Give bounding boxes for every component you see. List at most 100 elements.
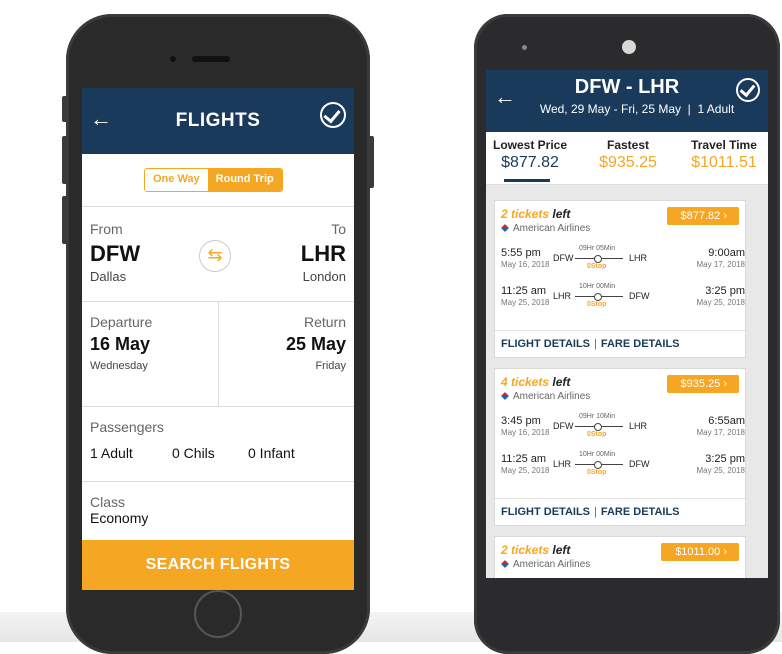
flight-details-link[interactable]: FLIGHT DETAILS (501, 338, 590, 350)
to-label: To (331, 221, 346, 237)
airline-name: American Airlines (501, 559, 590, 570)
airline-name: American Airlines (501, 223, 590, 234)
price-button[interactable]: $1011.00 (661, 543, 739, 561)
fare-details-link[interactable]: FARE DETAILS (601, 506, 680, 518)
tab-value: $1011.51 (691, 154, 757, 171)
flight-result-card[interactable]: 2 tickets left American Airlines $1011.0… (494, 536, 746, 578)
return-day: Friday (315, 360, 346, 372)
search-flights-button[interactable]: SEARCH FLIGHTS (82, 540, 354, 590)
dep-time: 3:45 pm (501, 415, 541, 427)
departure-date: 16 May (90, 334, 151, 354)
dep-time: 11:25 am (501, 285, 547, 297)
flight-result-card[interactable]: 4 tickets left American Airlines $935.25… (494, 368, 746, 526)
page-title: FLIGHTS (175, 110, 261, 131)
dep-date: May 16, 2018 (501, 428, 550, 437)
origin-code: LHR (553, 459, 572, 469)
dep-date: May 25, 2018 (501, 466, 550, 475)
card-links: FLIGHT DETAILS | FARE DETAILS (495, 498, 745, 525)
stops: 0Stop (587, 301, 607, 308)
stop-marker (594, 293, 602, 301)
stops: 0Stop (587, 263, 607, 270)
origin-code: DFW (553, 421, 574, 431)
duration: 10Hr 00Min (579, 283, 616, 290)
trip-type-toggle: One Way Round Trip (144, 168, 283, 192)
volume-up-button (62, 136, 68, 184)
inbound-leg: 11:25 am May 25, 2018 LHR 10Hr 00Min 0St… (501, 451, 745, 481)
arr-time: 3:25 pm (705, 453, 745, 465)
sensor-dot (522, 45, 527, 50)
airline-logo-icon (501, 392, 509, 401)
tickets-left: 4 tickets left (501, 375, 571, 389)
check-circle-icon[interactable] (320, 102, 346, 128)
arr-time: 3:25 pm (705, 285, 745, 297)
to-city: London (302, 269, 346, 284)
round-trip-option[interactable]: Round Trip (207, 169, 282, 191)
arr-date: May 25, 2018 (696, 466, 745, 475)
dest-code: DFW (629, 459, 650, 469)
arr-date: May 25, 2018 (696, 298, 745, 307)
departure-label: Departure (90, 314, 153, 330)
iphone-device: ← FLIGHTS One Way Round Trip From DFW Da… (62, 14, 374, 654)
infant-count[interactable]: 0 Infant (248, 445, 295, 461)
arr-time: 9:00am (708, 247, 745, 259)
card-links: FLIGHT DETAILS | FARE DETAILS (495, 330, 745, 357)
dep-date: May 25, 2018 (501, 298, 550, 307)
price-button[interactable]: $877.82 (666, 207, 739, 225)
link-separator: | (594, 506, 597, 518)
stop-marker (594, 255, 602, 263)
mute-switch (62, 96, 68, 122)
inbound-leg: 11:25 am May 25, 2018 LHR 10Hr 00Min 0St… (501, 283, 745, 313)
tickets-left: 2 tickets left (501, 207, 571, 221)
flight-details-link[interactable]: FLIGHT DETAILS (501, 506, 590, 518)
adult-count[interactable]: 1 Adult (90, 445, 133, 461)
passengers-label: Passengers (90, 419, 164, 435)
stop-marker (594, 423, 602, 431)
tab-label: Travel Time (691, 138, 757, 152)
trip-type-section: One Way Round Trip (82, 154, 354, 207)
class-value: Economy (90, 510, 149, 526)
dest-code: LHR (629, 421, 648, 431)
tab-lowest-price[interactable]: Lowest Price $877.82 (492, 138, 568, 172)
sort-tabs: Lowest Price $877.82 Fastest $935.25 Tra… (486, 132, 768, 185)
earpiece-speaker (192, 56, 230, 62)
arr-date: May 17, 2018 (696, 428, 745, 437)
dep-date: May 16, 2018 (501, 260, 550, 269)
route-section: From DFW Dallas ⇆ To LHR London (82, 207, 354, 302)
duration: 09Hr 05Min (579, 245, 616, 252)
android-device: ← DFW - LHR Wed, 29 May - Fri, 25 May | … (474, 14, 780, 654)
outbound-leg: 3:45 pm May 16, 2018 DFW 09Hr 10Min 0Sto… (501, 413, 745, 443)
return-label: Return (303, 314, 346, 330)
fare-details-link[interactable]: FARE DETAILS (601, 338, 680, 350)
front-camera (622, 40, 636, 54)
duration: 10Hr 00Min (579, 451, 616, 458)
flights-search-screen: ← FLIGHTS One Way Round Trip From DFW Da… (82, 88, 354, 590)
stops: 0Stop (587, 431, 607, 438)
from-code[interactable]: DFW (90, 241, 140, 267)
passengers-section[interactable]: Passengers 1 Adult 0 Chils 0 Infant (82, 407, 354, 482)
airline-name: American Airlines (501, 391, 590, 402)
swap-arrows-icon[interactable]: ⇆ (199, 240, 231, 272)
stop-marker (594, 461, 602, 469)
origin-code: LHR (553, 291, 572, 301)
to-code[interactable]: LHR (301, 241, 346, 267)
flight-result-card[interactable]: 2 tickets left American Airlines $877.82… (494, 200, 746, 358)
dates-divider (218, 302, 219, 406)
one-way-option[interactable]: One Way (145, 169, 208, 191)
active-tab-indicator (504, 179, 550, 182)
child-count[interactable]: 0 Chils (172, 445, 215, 461)
tab-fastest[interactable]: Fastest $935.25 (590, 138, 666, 172)
origin-code: DFW (553, 253, 574, 263)
volume-down-button (62, 196, 68, 244)
app-header: ← DFW - LHR Wed, 29 May - Fri, 25 May | … (486, 70, 768, 132)
return-date: 25 May (285, 334, 346, 354)
tab-value: $877.82 (501, 154, 559, 171)
outbound-leg: 5:55 pm May 16, 2018 DFW 09Hr 05Min 0Sto… (501, 245, 745, 275)
tab-travel-time[interactable]: Travel Time $1011.51 (682, 138, 766, 172)
tab-label: Lowest Price (492, 138, 568, 152)
arr-date: May 17, 2018 (696, 260, 745, 269)
home-button[interactable] (194, 590, 242, 638)
check-circle-icon[interactable] (736, 78, 760, 102)
dates-section: Departure 16 May Wednesday Return 25 May… (82, 302, 354, 407)
departure-day: Wednesday (90, 360, 148, 372)
price-button[interactable]: $935.25 (666, 375, 739, 393)
